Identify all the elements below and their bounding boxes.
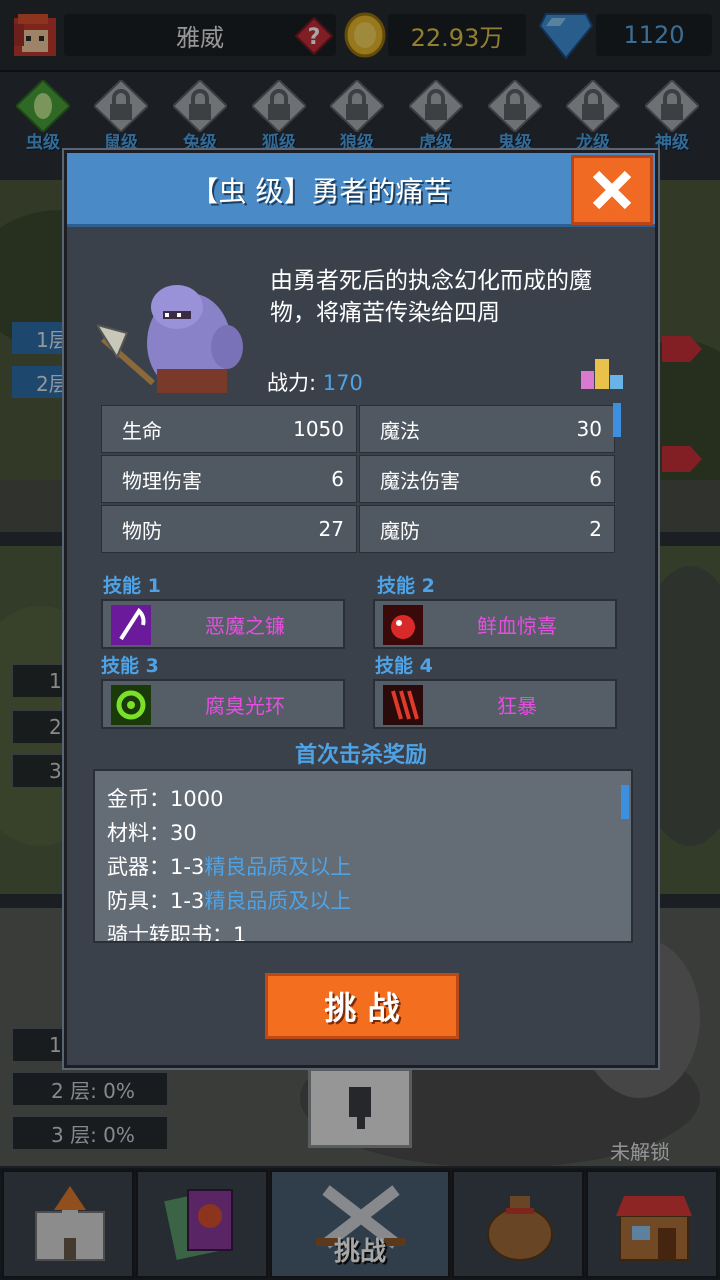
reward-item: 金币：1000 bbox=[107, 787, 224, 811]
first-kill-reward-title: 首次击杀奖励 bbox=[294, 743, 427, 768]
reward-list[interactable]: 金币：1000 材料：30 武器：1-3精良品质及以上 防具：1-3精良品质及以… bbox=[93, 769, 633, 943]
stat-value: 6 bbox=[589, 467, 602, 491]
stat-row: 魔防 2 bbox=[359, 505, 615, 553]
skill-title: 技能 4 bbox=[375, 655, 433, 677]
game-screen: 雅威 ? 22.93万 1120 虫级 鼠级 兔级 狐级 狼级 虎级 鬼级 龙级… bbox=[0, 0, 720, 1280]
skill-title: 技能 2 bbox=[377, 575, 435, 597]
challenge-button[interactable]: 挑 战 bbox=[265, 973, 459, 1039]
stat-label: 魔法伤害 bbox=[380, 468, 460, 493]
combat-power-value: 170 bbox=[322, 371, 363, 395]
stat-value: 2 bbox=[589, 517, 602, 541]
stat-label: 生命 bbox=[122, 418, 162, 443]
stat-value: 1050 bbox=[293, 417, 344, 441]
stat-label: 魔法 bbox=[380, 418, 420, 443]
skill-title: 技能 3 bbox=[101, 655, 159, 677]
stat-row: 物防 27 bbox=[101, 505, 357, 553]
reward-scrollbar[interactable] bbox=[621, 785, 629, 819]
skill-slot[interactable]: 恶魔之镰 bbox=[101, 599, 345, 649]
claw-skill-icon bbox=[383, 685, 423, 725]
combat-power-label: 战力: bbox=[267, 371, 317, 395]
reward-item: 防具：1-3精良品质及以上 bbox=[107, 889, 352, 913]
stats-scrollbar[interactable] bbox=[613, 403, 621, 437]
reward-item: 骑士转职书：1 bbox=[107, 923, 247, 943]
stat-row: 生命 1050 bbox=[101, 405, 357, 453]
monster-description: 由勇者死后的执念幻化而成的魔物，将痛苦传染给四周 bbox=[270, 268, 592, 326]
aura-skill-icon bbox=[111, 685, 151, 725]
monster-portrait-image bbox=[97, 285, 243, 393]
reward-item: 武器：1-3精良品质及以上 bbox=[107, 855, 352, 879]
stat-row: 魔法伤害 6 bbox=[359, 455, 615, 503]
stat-row: 魔法 30 bbox=[359, 405, 615, 453]
stat-label: 魔防 bbox=[380, 518, 420, 543]
stats-grid: 生命 1050 魔法 30 物理伤害 6 魔法伤害 6 物防 27 魔防 2 bbox=[101, 405, 617, 563]
skill-slot[interactable]: 鲜血惊喜 bbox=[373, 599, 617, 649]
skill-slot[interactable]: 狂暴 bbox=[373, 679, 617, 729]
stat-value: 27 bbox=[318, 517, 344, 541]
skill-slot[interactable]: 腐臭光环 bbox=[101, 679, 345, 729]
dialog-title: 【虫 级】勇者的痛苦 bbox=[190, 175, 452, 208]
skill-name: 鲜血惊喜 bbox=[477, 613, 557, 638]
close-icon bbox=[592, 170, 632, 210]
skill-title: 技能 1 bbox=[103, 575, 161, 597]
ranking-icon[interactable] bbox=[579, 355, 625, 391]
stat-label: 物防 bbox=[122, 518, 162, 543]
stat-value: 30 bbox=[576, 417, 602, 441]
skill-name: 恶魔之镰 bbox=[205, 613, 285, 638]
blood-skill-icon bbox=[383, 605, 423, 645]
combat-power: 战力: 170 bbox=[267, 367, 363, 397]
stat-value: 6 bbox=[331, 467, 344, 491]
skill-name: 腐臭光环 bbox=[205, 693, 285, 718]
reward-item: 材料：30 bbox=[107, 821, 197, 845]
skill-name: 狂暴 bbox=[497, 693, 537, 718]
stat-row: 物理伤害 6 bbox=[101, 455, 357, 503]
stat-label: 物理伤害 bbox=[122, 468, 202, 493]
monster-detail-dialog: 【虫 级】勇者的痛苦 由勇者死后的执念幻化而成的魔物，将痛苦传染给四周 战力: … bbox=[64, 150, 658, 1068]
dialog-header: 【虫 级】勇者的痛苦 bbox=[67, 153, 655, 227]
scythe-skill-icon bbox=[111, 605, 151, 645]
close-button[interactable] bbox=[571, 155, 653, 225]
